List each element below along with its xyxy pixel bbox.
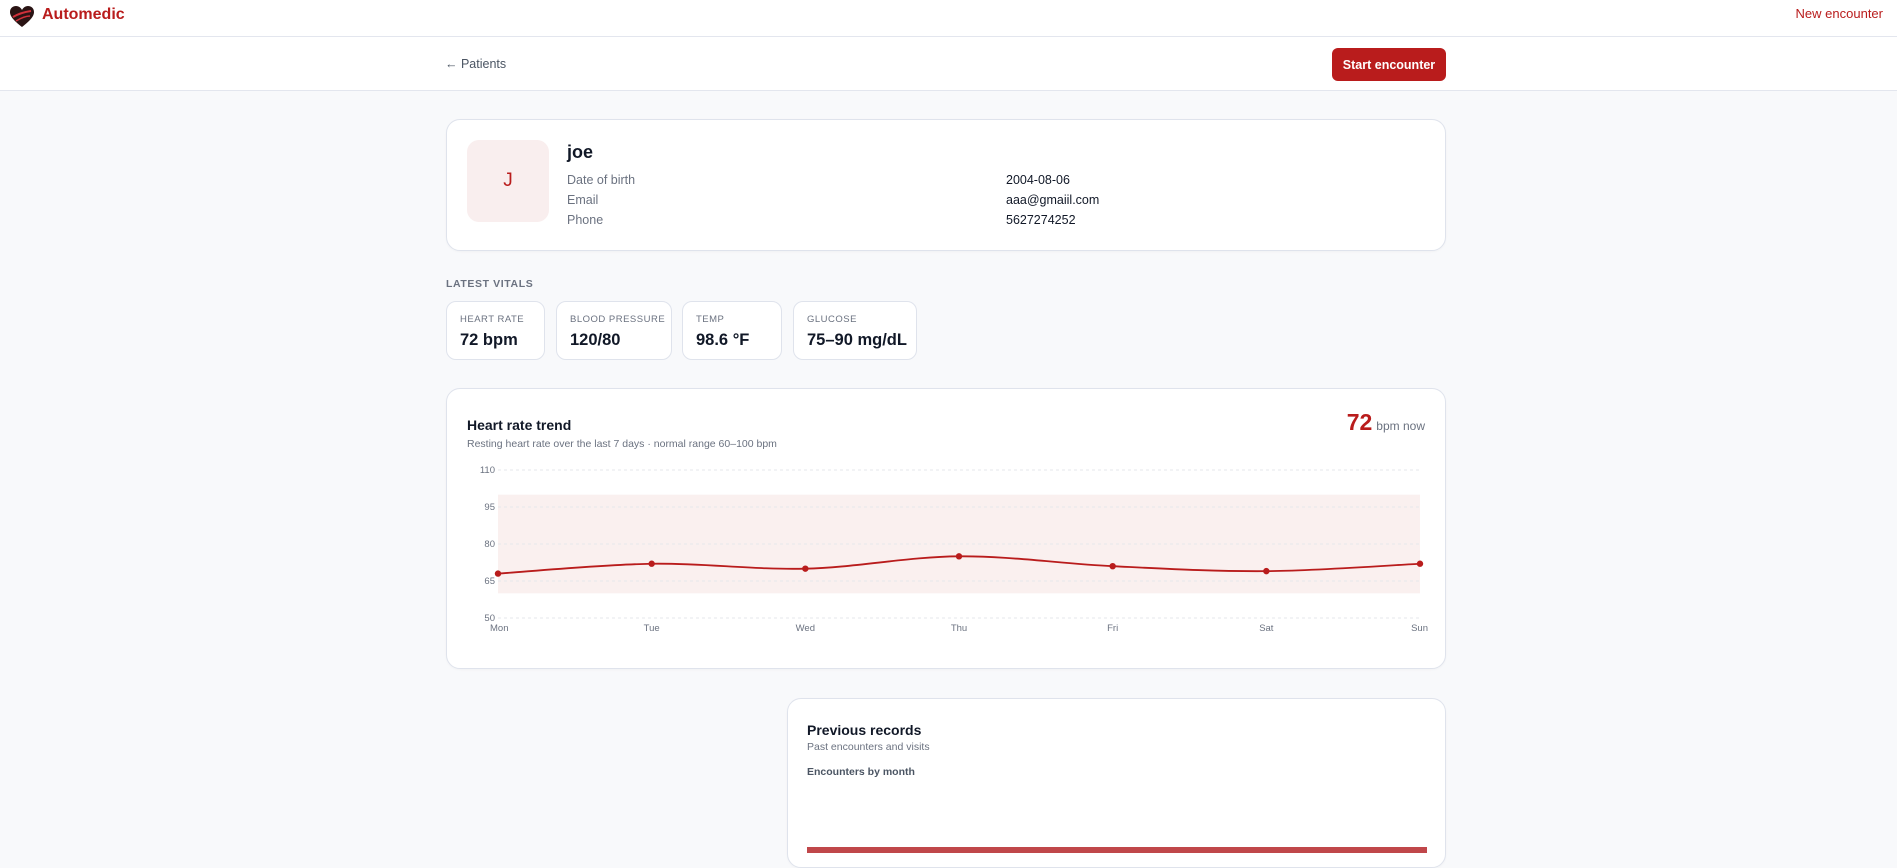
y-tick-label: 110 xyxy=(480,465,495,476)
data-point xyxy=(494,570,502,577)
x-tick-label: Thu xyxy=(951,623,967,634)
page-toolbar: ← Patients Start encounter xyxy=(0,37,1897,91)
data-point xyxy=(1416,560,1424,567)
vital-label: GLUCOSE xyxy=(807,314,857,325)
x-tick-label: Mon xyxy=(490,623,508,634)
start-encounter-button[interactable]: Start encounter xyxy=(1332,48,1446,81)
vital-value: 75–90 mg/dL xyxy=(807,331,907,349)
new-encounter-link[interactable]: New encounter xyxy=(1796,6,1883,21)
heart-rate-trend-card: Heart rate trend Resting heart rate over… xyxy=(446,388,1446,669)
records-title: Previous records xyxy=(807,722,922,738)
data-point xyxy=(648,560,655,567)
phone-value: 5627274252 xyxy=(1006,213,1076,227)
data-point xyxy=(955,553,963,560)
records-subtitle: Past encounters and visits xyxy=(807,741,930,753)
vital-value: 98.6 °F xyxy=(696,331,750,349)
heart-logo-icon xyxy=(10,6,34,27)
y-tick-label: 80 xyxy=(484,539,495,550)
email-label: Email xyxy=(567,193,599,207)
previous-records-card: Previous records Past encounters and vis… xyxy=(787,698,1446,868)
back-to-patients-link[interactable]: ← Patients xyxy=(445,57,506,71)
data-point xyxy=(802,565,809,572)
brand-name[interactable]: Automedic xyxy=(42,6,125,24)
avatar: J xyxy=(467,140,549,222)
y-tick-label: 95 xyxy=(484,502,495,513)
data-point xyxy=(1263,567,1270,575)
vital-glucose: GLUCOSE 75–90 mg/dL xyxy=(793,301,917,360)
x-tick-label: Sat xyxy=(1259,623,1274,634)
top-nav: Automedic New encounter xyxy=(0,0,1897,37)
x-tick-label: Wed xyxy=(796,623,815,634)
vital-label: BLOOD PRESSURE xyxy=(570,314,666,325)
email-value: aaa@gmaiil.com xyxy=(1006,193,1100,207)
x-tick-label: Tue xyxy=(644,623,660,634)
vital-value: 120/80 xyxy=(570,331,621,349)
patient-card: J joe Date of birth 2004-08-06 Email aaa… xyxy=(446,119,1446,251)
dob-label: Date of birth xyxy=(567,173,636,187)
data-point xyxy=(1109,563,1116,570)
latest-vitals-heading: LATEST VITALS xyxy=(446,278,534,290)
y-tick-label: 65 xyxy=(484,576,495,587)
vital-temp: TEMP 98.6 °F xyxy=(682,301,782,360)
vital-heart-rate: HEART RATE 72 bpm xyxy=(446,301,545,360)
x-tick-label: Fri xyxy=(1107,623,1118,634)
phone-label: Phone xyxy=(567,213,604,227)
vital-label: HEART RATE xyxy=(460,314,525,325)
vital-value: 72 bpm xyxy=(460,331,518,349)
encounters-by-month-label: Encounters by month xyxy=(807,766,915,778)
encounters-bar xyxy=(807,847,1427,853)
vital-label: TEMP xyxy=(696,314,725,325)
vital-blood-pressure: BLOOD PRESSURE 120/80 xyxy=(556,301,672,360)
x-tick-label: Sun xyxy=(1411,623,1428,634)
patient-name: joe xyxy=(567,142,594,162)
dob-value: 2004-08-06 xyxy=(1006,173,1070,187)
heart-rate-chart: 11095806550Mon Tue Wed Thu Fri Sat Sun xyxy=(480,465,1428,634)
